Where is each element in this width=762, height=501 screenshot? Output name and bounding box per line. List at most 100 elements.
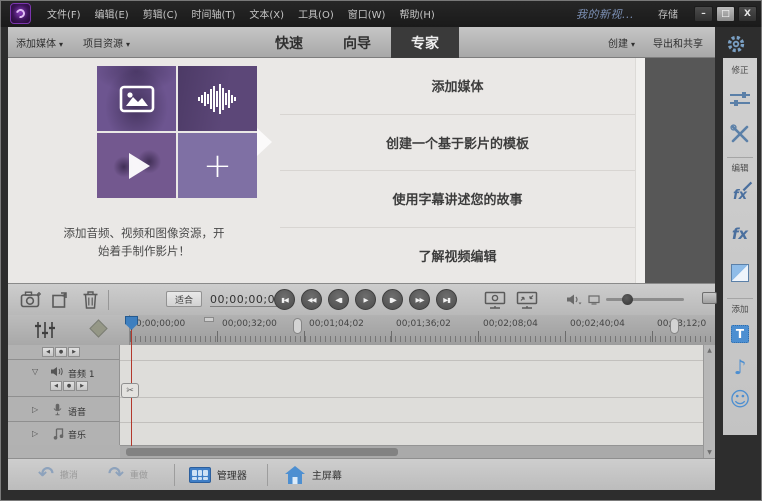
split-clip-button[interactable]: ✂ xyxy=(121,383,139,398)
menu-edit[interactable]: 编辑(E) xyxy=(88,3,136,24)
organizer-icon[interactable] xyxy=(189,467,211,483)
tab-guided[interactable]: 向导 xyxy=(323,27,391,58)
mini-monitor-icon[interactable] xyxy=(588,295,600,305)
prev-clip-button[interactable]: ◀ xyxy=(50,381,62,391)
menu-file[interactable]: 文件(F) xyxy=(40,3,88,24)
rotate-clip-icon[interactable] xyxy=(50,290,70,310)
work-area-handle[interactable] xyxy=(670,318,679,334)
menu-clip[interactable]: 剪辑(C) xyxy=(136,3,185,24)
menu-tools[interactable]: 工具(O) xyxy=(291,3,341,24)
timeline-zoom-slider[interactable] xyxy=(606,298,684,301)
home-icon[interactable] xyxy=(284,465,306,485)
audio1-track-header[interactable]: ▽ 音频 1 ◀ ● ▶ xyxy=(8,360,119,397)
titles-icon[interactable]: T xyxy=(731,325,749,343)
voice-track-header[interactable]: ▷ 语音 xyxy=(8,397,119,422)
add-media-button[interactable]: 添加媒体 xyxy=(16,35,63,50)
task-create-template[interactable]: 创建一个基于影片的模板 xyxy=(280,115,635,172)
monitor-settings-icon[interactable] xyxy=(484,291,506,309)
section-label-fix: 修正 xyxy=(731,64,748,76)
menu-text[interactable]: 文本(X) xyxy=(242,3,291,24)
undo-label[interactable]: 撤消 xyxy=(60,468,78,481)
music-icon[interactable]: ♪ xyxy=(734,357,747,377)
work-area-handle[interactable] xyxy=(204,317,214,322)
ruler-label: 00;01;04;02 xyxy=(309,319,364,329)
title-bar: 文件(F) 编辑(E) 剪辑(C) 时间轴(T) 文本(X) 工具(O) 窗口(… xyxy=(0,0,762,27)
frame-back-button[interactable]: ◀▮ xyxy=(328,289,349,310)
fast-forward-button[interactable]: ▶▶ xyxy=(409,289,430,310)
redo-icon[interactable]: ↷ xyxy=(108,465,124,484)
track-settings-icon[interactable] xyxy=(34,320,56,340)
expand-track-icon[interactable]: ▷ xyxy=(32,405,38,414)
transitions-icon[interactable] xyxy=(731,264,749,282)
next-clip-button[interactable]: ▶ xyxy=(68,347,80,357)
prev-clip-button[interactable]: ◀ xyxy=(42,347,54,357)
menu-help[interactable]: 帮助(H) xyxy=(392,3,441,24)
current-clip-button[interactable]: ● xyxy=(63,381,75,391)
sidebar-divider xyxy=(727,298,753,299)
play-button[interactable]: ▶ xyxy=(355,289,376,310)
work-area-handle[interactable] xyxy=(293,318,302,334)
play-icon xyxy=(129,153,150,179)
scrollbar-thumb[interactable] xyxy=(126,448,398,456)
add-marker-icon[interactable] xyxy=(89,319,107,337)
task-list-scrollbar[interactable] xyxy=(635,58,645,283)
maximize-button[interactable]: □ xyxy=(716,6,735,22)
frame-forward-button[interactable]: ▮▶ xyxy=(382,289,403,310)
fix-tools-icon[interactable] xyxy=(730,124,750,144)
expand-track-icon[interactable]: ▷ xyxy=(32,429,38,438)
timecode-display[interactable]: 00;00;00;00 xyxy=(210,293,283,307)
export-share-button[interactable]: 导出和共享 xyxy=(653,35,703,50)
create-button[interactable]: 创建 xyxy=(608,35,635,50)
fullscreen-monitor-icon[interactable] xyxy=(516,291,538,309)
graphics-icon[interactable]: ☺ xyxy=(730,389,751,409)
tracks-horizontal-scrollbar[interactable] xyxy=(120,445,703,458)
project-assets-button[interactable]: 项目资源 xyxy=(83,35,130,50)
go-to-start-button[interactable]: ▮◀ xyxy=(274,289,295,310)
volume-speaker-icon[interactable] xyxy=(566,293,582,306)
track-name: 音乐 xyxy=(68,428,86,441)
next-clip-button[interactable]: ▶ xyxy=(76,381,88,391)
pointer-chevron-icon xyxy=(257,128,272,156)
playhead-line[interactable] xyxy=(131,318,132,446)
save-button[interactable]: 存储 xyxy=(658,6,678,21)
time-ruler[interactable]: 0;00;00;00 00;00;32;00 00;01;04;02 00;01… xyxy=(130,315,715,345)
settings-gear-icon[interactable] xyxy=(725,33,747,55)
scroll-up-icon[interactable]: ▲ xyxy=(707,347,712,354)
collapse-track-icon[interactable]: ▽ xyxy=(32,367,38,376)
freeze-frame-camera-icon[interactable] xyxy=(20,290,43,309)
undo-icon[interactable]: ↶ xyxy=(38,465,54,484)
organizer-label[interactable]: 管理器 xyxy=(217,467,247,482)
applied-effects-icon[interactable]: fx xyxy=(733,184,747,203)
tab-expert[interactable]: 专家 xyxy=(391,27,459,58)
media-tile-grid[interactable]: + xyxy=(97,66,257,198)
fit-zoom-button[interactable]: 适合 xyxy=(166,291,202,307)
task-add-media[interactable]: 添加媒体 xyxy=(280,58,635,115)
current-clip-button[interactable]: ● xyxy=(55,347,67,357)
close-button[interactable]: X xyxy=(738,6,757,22)
zoom-slider-knob[interactable] xyxy=(622,294,633,305)
scroll-down-icon[interactable]: ▼ xyxy=(707,449,712,456)
welcome-caption: 添加音频、视频和图像资源，开 始着手制作影片！ xyxy=(18,225,270,261)
effects-icon[interactable]: fx xyxy=(732,227,748,242)
tracks-vertical-scrollbar[interactable]: ▲ ▼ xyxy=(703,345,715,458)
music-track-header[interactable]: ▷ 音乐 xyxy=(8,422,119,444)
add-media-tile[interactable]: + xyxy=(178,133,257,198)
adjust-sliders-icon[interactable] xyxy=(729,90,751,108)
task-titles-story[interactable]: 使用字幕讲述您的故事 xyxy=(280,171,635,228)
timeline-tracks: ◀ ● ▶ ▽ 音频 1 ◀ ● ▶ ▷ xyxy=(8,345,715,458)
track-lanes[interactable] xyxy=(120,345,703,445)
speaker-icon[interactable] xyxy=(50,366,63,377)
delete-trash-icon[interactable] xyxy=(82,290,99,310)
minimize-button[interactable]: – xyxy=(694,6,713,22)
redo-label[interactable]: 重做 xyxy=(130,468,148,481)
home-label[interactable]: 主屏幕 xyxy=(312,467,342,482)
tab-quick[interactable]: 快速 xyxy=(255,27,323,58)
render-button[interactable] xyxy=(702,292,717,304)
menu-timeline[interactable]: 时间轴(T) xyxy=(184,3,242,24)
task-list: 添加媒体 创建一个基于影片的模板 使用字幕讲述您的故事 了解视频编辑 xyxy=(280,58,635,283)
go-to-end-button[interactable]: ▶▮ xyxy=(436,289,457,310)
rewind-button[interactable]: ◀◀ xyxy=(301,289,322,310)
bottom-toolbar: ↶ 撤消 ↷ 重做 管理器 主屏幕 xyxy=(8,458,715,490)
menu-window[interactable]: 窗口(W) xyxy=(341,3,393,24)
task-learn-editing[interactable]: 了解视频编辑 xyxy=(280,228,635,284)
